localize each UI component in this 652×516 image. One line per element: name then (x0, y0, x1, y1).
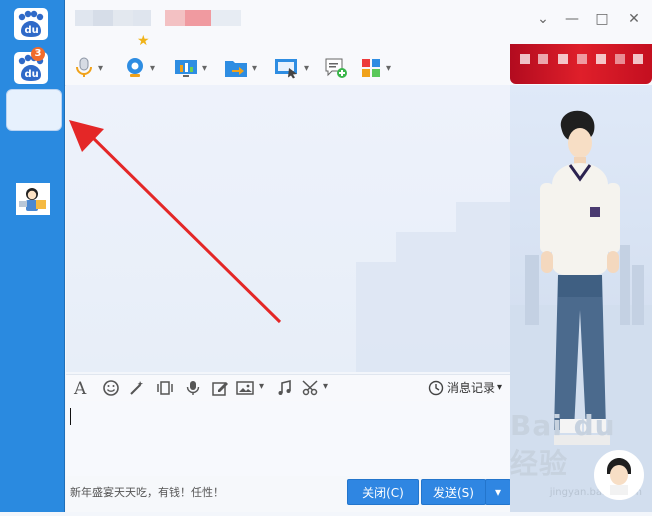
chevron-down-icon[interactable]: ▾ (202, 63, 207, 74)
chevron-down-icon[interactable]: ▾ (98, 63, 103, 74)
send-options-button[interactable]: ▾ (485, 479, 511, 505)
sidebar: du du 3 (0, 0, 65, 512)
avatar-panel: Bai du 经验 jingyan.baidu.com (510, 85, 652, 512)
image-icon[interactable] (236, 379, 254, 397)
webcam-icon (127, 58, 143, 77)
chevron-down-icon[interactable]: ▾ (386, 63, 391, 74)
banner-blur-2 (538, 54, 548, 64)
voice-call-button[interactable]: ▾ (74, 55, 103, 81)
baidu-paw-icon: du (14, 8, 48, 40)
message-history-label: 消息记录 (447, 381, 496, 395)
banner-blur-3 (558, 54, 568, 64)
avatar-icon (596, 452, 642, 498)
user-round-avatar[interactable] (594, 450, 644, 500)
svg-text:du: du (25, 25, 39, 36)
create-discussion-button[interactable] (324, 55, 348, 81)
city-silhouette (456, 202, 510, 372)
notification-badge: 3 (31, 47, 45, 61)
screen-share-button[interactable]: ▾ (274, 55, 309, 81)
chevron-down-icon[interactable]: ▾ (150, 63, 155, 74)
city-silhouette (396, 232, 456, 372)
shake-window-icon[interactable] (156, 379, 174, 397)
voice-message-icon[interactable] (184, 379, 202, 397)
banner-blur-6 (615, 54, 625, 64)
title-blur-7 (211, 10, 241, 26)
scissors-icon[interactable] (302, 379, 320, 397)
tip-text[interactable]: 新年盛宴天天吃，有钱！任性！ (70, 484, 224, 500)
chevron-down-icon[interactable]: ⌄ (533, 9, 553, 29)
top-banner (510, 44, 652, 84)
sidebar-item-baidu-1[interactable]: du (8, 8, 48, 44)
star-icon[interactable]: ★ (137, 33, 150, 49)
chevron-down-icon: ▾ (494, 485, 502, 499)
close-button[interactable]: 关闭(C) (347, 479, 419, 505)
city-silhouette (356, 262, 396, 372)
message-history-button[interactable]: 消息记录 ▾ (428, 379, 502, 396)
svg-text:du: du (25, 69, 39, 80)
svg-text:A: A (73, 379, 87, 397)
message-input[interactable] (66, 401, 510, 476)
banner-blur-5 (596, 54, 606, 64)
monitor-icon (175, 60, 197, 77)
minimize-icon[interactable]: — (562, 9, 582, 29)
music-icon[interactable] (276, 379, 294, 397)
title-blur-1 (75, 10, 93, 26)
font-icon[interactable]: A (72, 379, 90, 397)
chevron-down-icon[interactable]: ▾ (252, 63, 257, 74)
text-cursor (70, 408, 71, 425)
screen-share-icon (275, 59, 297, 79)
apps-button[interactable]: ▾ (360, 55, 391, 81)
title-blur-3 (113, 10, 133, 26)
remote-desktop-button[interactable]: ▾ (174, 55, 207, 81)
input-toolbar: A ▾ ▾ 消息记录 ▾ (66, 374, 510, 401)
chat-add-icon (325, 58, 347, 78)
message-history-area[interactable] (66, 85, 510, 372)
title-blur-2 (93, 10, 113, 26)
folder-arrow-icon (225, 61, 247, 77)
send-button[interactable]: 发送(S) (421, 479, 486, 505)
magic-wand-icon[interactable] (128, 379, 146, 397)
contact-avatar (16, 183, 50, 215)
microphone-icon (76, 57, 92, 77)
chevron-down-icon[interactable]: ▾ (259, 381, 264, 392)
apps-grid-icon (362, 59, 380, 77)
video-call-button[interactable]: ▾ (124, 55, 155, 81)
clock-icon (428, 380, 444, 395)
chevron-down-icon[interactable]: ▾ (304, 63, 309, 74)
screenshot-edit-icon[interactable] (211, 379, 229, 397)
emoji-icon[interactable] (102, 379, 120, 397)
chevron-down-icon: ▾ (497, 382, 503, 393)
maximize-icon[interactable]: □ (592, 9, 612, 29)
banner-blur-7 (633, 54, 643, 64)
banner-blur-1 (520, 54, 530, 64)
banner-blur-4 (577, 54, 587, 64)
title-blur-4 (133, 10, 151, 26)
title-blur-5 (165, 10, 185, 26)
sidebar-item-contact-active[interactable] (6, 89, 62, 215)
chevron-down-icon[interactable]: ▾ (323, 381, 328, 392)
send-file-button[interactable]: ▾ (224, 55, 257, 81)
title-blur-6 (185, 10, 211, 26)
close-icon[interactable]: ✕ (624, 9, 644, 29)
